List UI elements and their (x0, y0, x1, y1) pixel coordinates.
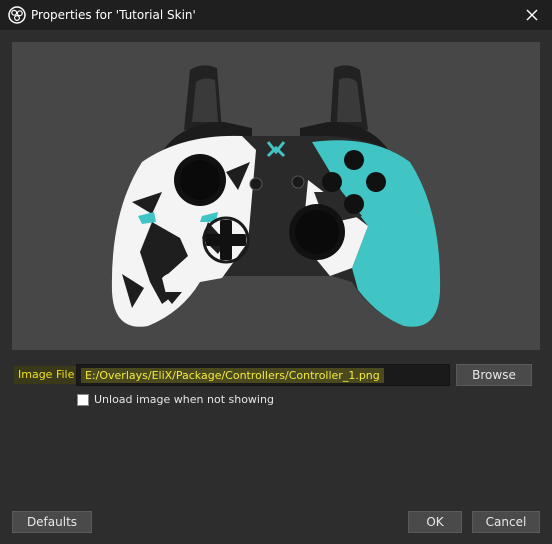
image-file-label: Image File (14, 366, 78, 384)
image-file-path-field[interactable]: E:/Overlays/EliX/Package/Controllers/Con… (76, 364, 450, 386)
image-file-path: E:/Overlays/EliX/Package/Controllers/Con… (81, 368, 384, 383)
controller-skin-image (111, 65, 441, 327)
unload-image-option[interactable]: Unload image when not showing (77, 393, 274, 406)
cancel-button[interactable]: Cancel (472, 511, 540, 533)
unload-image-label[interactable]: Unload image when not showing (94, 393, 274, 406)
close-icon (526, 9, 538, 21)
window-title: Properties for 'Tutorial Skin' (31, 8, 196, 22)
properties-dialog: Properties for 'Tutorial Skin' Image Fil… (0, 0, 552, 544)
ok-button[interactable]: OK (408, 511, 462, 533)
defaults-button[interactable]: Defaults (12, 511, 92, 533)
title-bar: Properties for 'Tutorial Skin' (0, 0, 552, 30)
image-preview (12, 42, 540, 350)
browse-button[interactable]: Browse (456, 364, 532, 386)
obs-icon (8, 6, 26, 24)
close-button[interactable] (520, 3, 544, 27)
unload-image-checkbox[interactable] (77, 393, 89, 406)
